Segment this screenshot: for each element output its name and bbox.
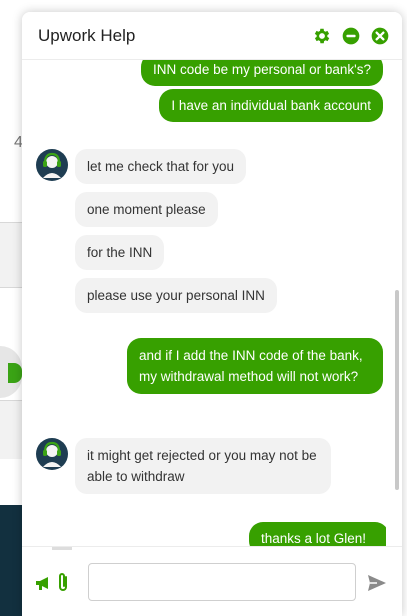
user-message: and if I add the INN code of the bank, m… [127,338,383,394]
user-message: I have an individual bank account [159,89,383,122]
agent-avatar [36,149,68,181]
message-list[interactable]: INN code be my personal or bank's? I hav… [22,60,386,546]
user-message: thanks a lot Glen! [249,522,386,546]
agent-message: for the INN [75,235,165,270]
close-circle-icon[interactable] [370,26,390,46]
headset-agent-icon [43,441,61,467]
message-input[interactable] [88,563,356,601]
headset-agent-icon [43,152,61,178]
paperclip-icon[interactable] [56,571,70,593]
background-panel [0,400,22,459]
background-toggle-knob [8,363,22,383]
send-icon[interactable] [367,574,387,592]
agent-message: one moment please [75,192,218,227]
agent-avatar [36,438,68,470]
chat-header: Upwork Help [22,12,402,60]
composer [22,546,402,616]
megaphone-icon[interactable] [35,575,53,591]
agent-message: let me check that for you [75,149,247,184]
gear-icon[interactable] [312,26,332,46]
agent-message: it might get rejected or you may not be … [75,438,331,494]
composer-divider [52,547,72,550]
background-panel [0,222,22,288]
minus-circle-icon[interactable] [341,26,361,46]
background-footer [0,505,22,616]
chat-scrollbar[interactable] [395,290,399,490]
chat-widget: Upwork Help INN code be my personal or b… [22,12,402,616]
user-message: INN code be my personal or bank's? [141,60,383,86]
chat-title: Upwork Help [38,25,136,45]
agent-message: please use your personal INN [75,278,277,313]
